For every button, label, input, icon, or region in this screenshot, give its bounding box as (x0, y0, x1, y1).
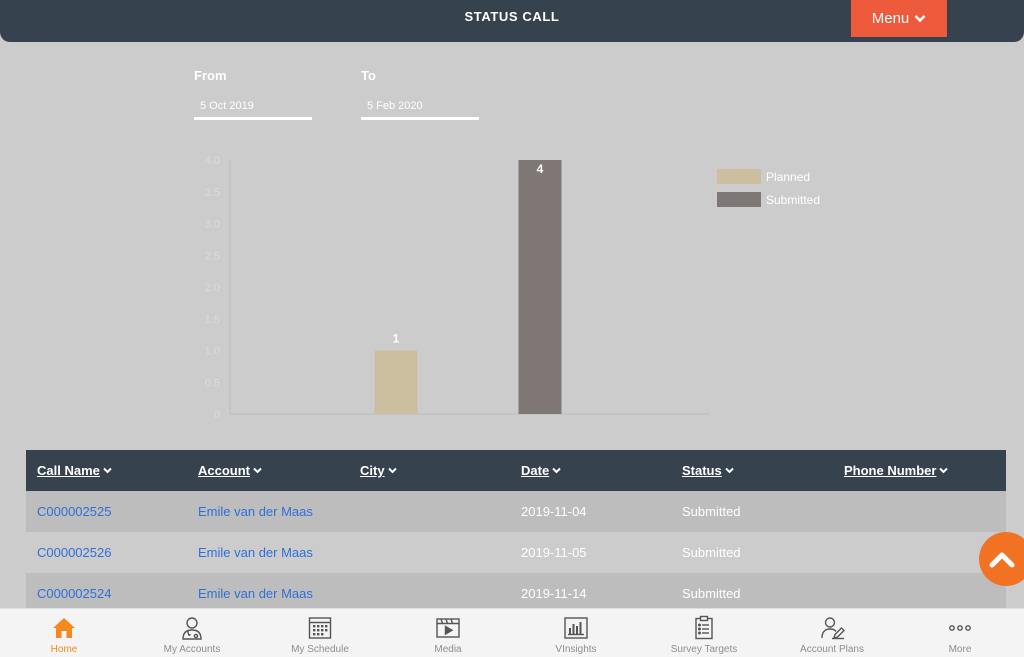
tab-label: My Accounts (163, 644, 221, 655)
table-header: Call Name Account City Date Status Phone… (26, 450, 1006, 491)
column-header-call-name[interactable]: Call Name (37, 463, 112, 478)
legend-swatch-submitted[interactable] (717, 192, 761, 207)
column-header-label: Status (682, 463, 722, 478)
sort-icon (725, 467, 734, 474)
tab-label: Home (50, 644, 78, 655)
tab-label: More (948, 644, 972, 655)
tab-media[interactable]: Media (384, 609, 512, 657)
status-bar-chart: 0 0.5 1.0 1.5 2.0 2.5 3.0 3.5 4.0 1 4 Planned Submit… (205, 155, 820, 421)
y-tick-label: 3.5 (205, 187, 220, 199)
bar-planned[interactable] (374, 350, 418, 415)
tab-vinsights[interactable]: VInsights (512, 609, 640, 657)
sort-icon (253, 467, 262, 474)
column-header-label: Date (521, 463, 550, 478)
account-plan-icon (818, 615, 846, 641)
call-name-link[interactable]: C000002524 (37, 586, 111, 601)
tab-label: Survey Targets (670, 644, 738, 655)
data-label: 1 (393, 332, 400, 346)
sort-icon (552, 467, 561, 474)
column-header-status[interactable]: Status (682, 463, 734, 478)
tab-account-plans[interactable]: Account Plans (768, 609, 896, 657)
tab-my-accounts[interactable]: My Accounts (128, 609, 256, 657)
column-header-date[interactable]: Date (521, 463, 561, 478)
calendar-icon (306, 615, 334, 641)
tab-label: VInsights (555, 644, 597, 655)
legend-label: Submitted (766, 193, 820, 207)
chevron-up-icon (989, 552, 1015, 568)
tab-more[interactable]: More (896, 609, 1024, 657)
y-tick-label: 0 (214, 409, 220, 421)
doctor-icon (178, 615, 206, 641)
y-tick-label: 2.5 (205, 250, 220, 262)
scroll-to-top-button[interactable] (979, 532, 1024, 586)
call-name-link[interactable]: C000002525 (37, 504, 111, 519)
column-header-label: City (360, 463, 385, 478)
tab-label: Account Plans (800, 644, 864, 655)
account-link[interactable]: Emile van der Maas (198, 545, 313, 560)
call-name-link[interactable]: C000002526 (37, 545, 111, 560)
chart-icon (562, 615, 590, 641)
column-header-city[interactable]: City (360, 463, 397, 478)
y-tick-label: 2.0 (205, 282, 220, 294)
column-header-phone-number[interactable]: Phone Number (844, 463, 949, 478)
more-icon (946, 615, 974, 641)
data-label: 4 (537, 162, 544, 176)
tab-label: My Schedule (291, 644, 349, 655)
status-cell: Submitted (682, 504, 741, 519)
date-cell: 2019-11-05 (521, 545, 587, 560)
sort-icon (103, 467, 112, 474)
status-cell: Submitted (682, 545, 741, 560)
y-tick-label: 4.0 (205, 155, 220, 167)
y-tick-label: 1.5 (205, 314, 220, 326)
column-header-account[interactable]: Account (198, 463, 262, 478)
account-link[interactable]: Emile van der Maas (198, 504, 313, 519)
sort-icon (387, 467, 397, 474)
y-tick-label: 3.0 (205, 219, 220, 231)
account-link[interactable]: Emile van der Maas (198, 586, 313, 601)
y-tick-label: 0.5 (205, 377, 220, 389)
legend-swatch-planned[interactable] (717, 169, 761, 184)
home-icon (50, 615, 78, 641)
bar-submitted[interactable] (518, 160, 562, 414)
table-row[interactable]: C000002525 Emile van der Maas 2019-11-04… (26, 491, 1006, 532)
date-cell: 2019-11-04 (521, 504, 587, 519)
legend-label: Planned (766, 170, 810, 184)
column-header-label: Phone Number (844, 463, 937, 478)
bottom-tab-bar: Home My Accounts My Schedule Media VInsi… (0, 608, 1024, 657)
table-row[interactable]: C000002526 Emile van der Maas 2019-11-05… (26, 532, 1006, 573)
tab-home[interactable]: Home (0, 609, 128, 657)
calls-table: Call Name Account City Date Status Phone… (26, 450, 1006, 614)
y-tick-label: 1.0 (205, 346, 220, 358)
status-cell: Submitted (682, 586, 741, 601)
clipboard-icon (690, 615, 718, 641)
sort-icon (939, 467, 949, 474)
column-header-label: Account (198, 463, 250, 478)
tab-my-schedule[interactable]: My Schedule (256, 609, 384, 657)
tab-survey-targets[interactable]: Survey Targets (640, 609, 768, 657)
tab-label: Media (434, 644, 462, 655)
date-cell: 2019-11-14 (521, 586, 587, 601)
media-icon (434, 615, 462, 641)
column-header-label: Call Name (37, 463, 100, 478)
